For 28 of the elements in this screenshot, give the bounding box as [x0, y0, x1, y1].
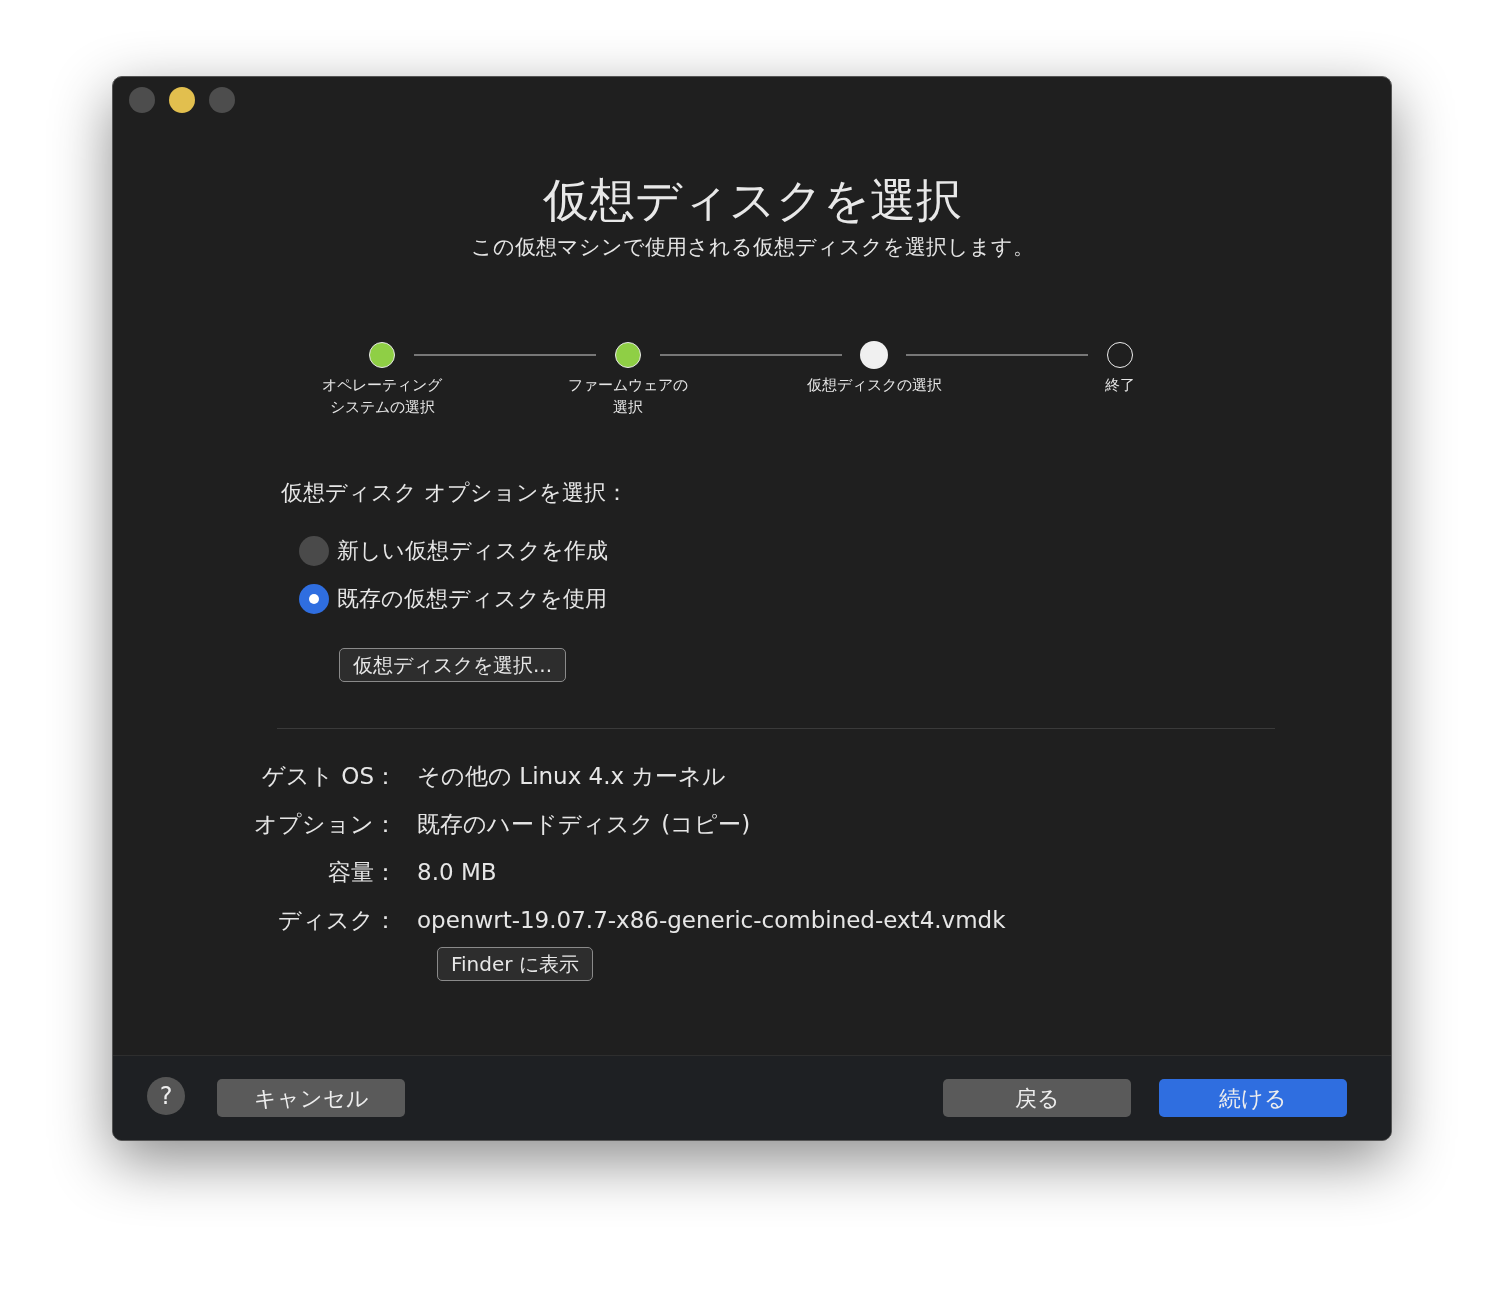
back-button[interactable]: 戻る [943, 1079, 1131, 1117]
cancel-button[interactable]: キャンセル [217, 1079, 405, 1117]
step-label: ファームウェアの 選択 [568, 374, 688, 418]
show-in-finder-button[interactable]: Finder に表示 [437, 946, 593, 981]
option-label[interactable]: 既存の仮想ディスクを使用 [337, 582, 607, 616]
dialog-title: 仮想ディスクを選択 [541, 173, 963, 229]
step-label: 終了 [1105, 374, 1135, 396]
step-label: オペレーティング システムの選択 [322, 374, 442, 418]
summary-label: オプション： [253, 810, 398, 840]
radio-button[interactable] [299, 583, 329, 614]
dialog-subtitle: この仮想マシンで使用される仮想ディスクを選択します。 [469, 234, 1035, 262]
summary-label: ゲスト OS： [261, 762, 398, 792]
summary-label: 容量： [327, 858, 398, 888]
option-label[interactable]: 新しい仮想ディスクを作成 [337, 534, 608, 568]
minimize-button[interactable] [169, 87, 195, 113]
summary-value: openwrt-19.07.7-x86-generic-combined-ext4.vmdk [417, 906, 1006, 936]
radio-button[interactable] [299, 535, 329, 566]
continue-button[interactable]: 続ける [1159, 1079, 1347, 1117]
help-button[interactable]: ? [147, 1077, 185, 1115]
summary-value: その他の Linux 4.x カーネル [417, 762, 727, 792]
summary-value: 8.0 MB [417, 858, 497, 888]
choose-disk-button[interactable]: 仮想ディスクを選択... [339, 647, 567, 682]
options-label: 仮想ディスク オプションを選択： [281, 478, 629, 507]
summary-label: ディスク： [277, 906, 398, 936]
summary-value: 既存のハードディスク (コピー) [417, 810, 751, 840]
step-label: 仮想ディスクの選択 [806, 374, 942, 396]
close-button[interactable] [129, 87, 155, 113]
zoom-button[interactable] [209, 87, 235, 113]
